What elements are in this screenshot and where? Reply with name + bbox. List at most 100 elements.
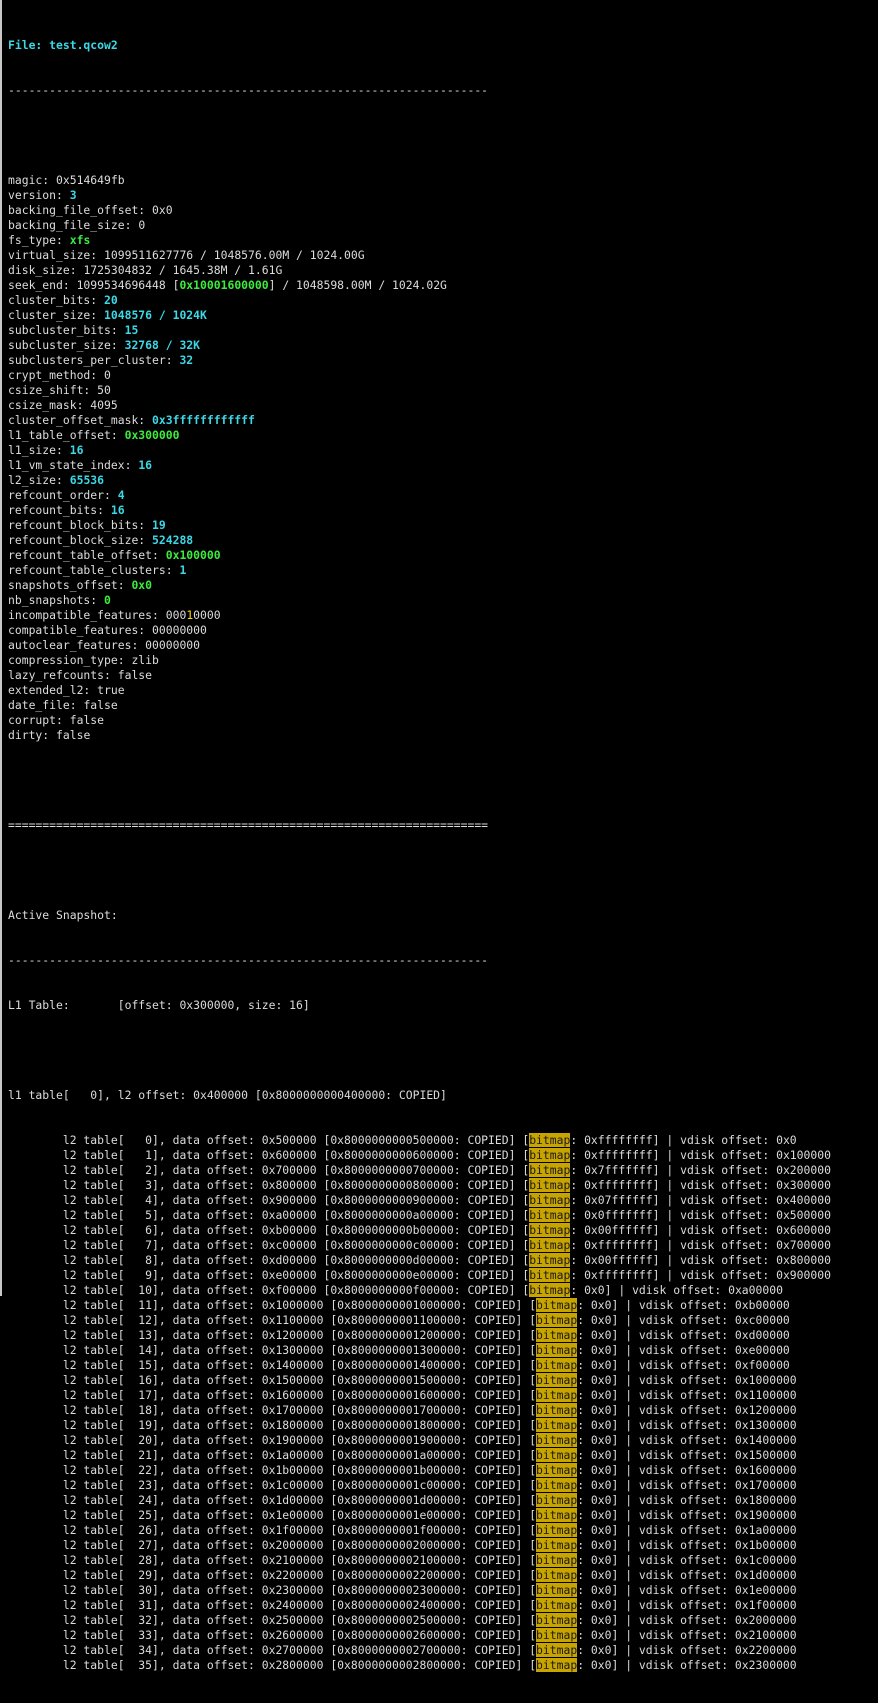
l2-table-row: l2 table[ 4], data offset: 0x900000 [0x8… (8, 1193, 876, 1208)
l2-row-text: l2 table[ 31], data offset: 0x2400000 [0… (8, 1598, 537, 1612)
field-value: 00000000 (145, 638, 201, 652)
field-value: 0 (138, 218, 146, 232)
l2-row-text: : 0x0] | vdisk offset: 0xd00000 (577, 1328, 790, 1342)
header-field-snapshots-offset: snapshots_offset: 0x0 (8, 578, 876, 593)
field-value: 0x300000 (124, 428, 180, 442)
l2-row-text: l2 table[ 35], data offset: 0x2800000 [0… (8, 1658, 537, 1672)
l2-table-row: l2 table[ 24], data offset: 0x1d00000 [0… (8, 1493, 876, 1508)
field-key: autoclear_features: (8, 638, 146, 652)
field-key: incompatible_features: (8, 608, 166, 622)
bitmap-label: bitmap (536, 1583, 578, 1597)
field-value: 00000000 (152, 623, 207, 637)
field-value: 65536 (69, 473, 105, 487)
terminal-window[interactable]: File: test.qcow2 -----------------------… (0, 0, 878, 1672)
l2-row-text: l2 table[ 16], data offset: 0x1500000 [0… (8, 1373, 537, 1387)
field-value: xfs (69, 233, 91, 247)
field-value: 16 (138, 458, 153, 472)
field-key: cluster_bits: (8, 293, 105, 307)
l2-row-text: l2 table[ 26], data offset: 0x1f00000 [0… (8, 1523, 537, 1537)
l2-row-text: l2 table[ 5], data offset: 0xa00000 [0x8… (8, 1208, 530, 1222)
field-value: 16 (110, 503, 125, 517)
field-value: ] / 1048598.00M / 1024.02G (268, 278, 447, 292)
bitmap-label: bitmap (536, 1463, 578, 1477)
field-key: refcount_order: (8, 488, 118, 502)
l2-table-row: l2 table[ 33], data offset: 0x2600000 [0… (8, 1628, 876, 1643)
field-value: 32 (179, 353, 194, 367)
header-field-seek-end: seek_end: 1099534696448 [0x10001600000] … (8, 278, 876, 293)
l2-table-row: l2 table[ 12], data offset: 0x1100000 [0… (8, 1313, 876, 1328)
l2-row-text: : 0xffffffff] | vdisk offset: 0x700000 (570, 1238, 831, 1252)
header-field-virtual-size: virtual_size: 1099511627776 / 1048576.00… (8, 248, 876, 263)
header-field-refcount-bits: refcount_bits: 16 (8, 503, 876, 518)
field-value: 0x0 (152, 203, 173, 217)
l2-table-row: l2 table[ 27], data offset: 0x2000000 [0… (8, 1538, 876, 1553)
file-name-line: File: test.qcow2 (8, 38, 118, 52)
l2-row-text: l2 table[ 23], data offset: 0x1c00000 [0… (8, 1478, 537, 1492)
l2-table-list: l2 table[ 0], data offset: 0x500000 [0x8… (8, 1133, 876, 1673)
l2-row-text: : 0x0] | vdisk offset: 0x1800000 (577, 1493, 797, 1507)
bitmap-label: bitmap (536, 1628, 578, 1642)
l2-row-text: l2 table[ 4], data offset: 0x900000 [0x8… (8, 1193, 530, 1207)
bitmap-label: bitmap (529, 1133, 571, 1147)
field-value: 1 (179, 563, 187, 577)
field-key: subcluster_size: (8, 338, 125, 352)
l2-table-row: l2 table[ 21], data offset: 0x1a00000 [0… (8, 1448, 876, 1463)
field-key: lazy_refcounts: (8, 668, 118, 682)
l2-row-text: : 0x0] | vdisk offset: 0x2200000 (577, 1643, 797, 1657)
bitmap-label: bitmap (536, 1568, 578, 1582)
bitmap-label: bitmap (536, 1508, 578, 1522)
l2-row-text: : 0x0] | vdisk offset: 0x1100000 (577, 1388, 797, 1402)
field-key: l2_size: (8, 473, 70, 487)
bitmap-label: bitmap (536, 1403, 578, 1417)
field-value: 000 (165, 608, 187, 622)
l2-row-text: l2 table[ 0], data offset: 0x500000 [0x8… (8, 1133, 530, 1147)
l2-table-row: l2 table[ 18], data offset: 0x1700000 [0… (8, 1403, 876, 1418)
l2-row-text: l2 table[ 11], data offset: 0x1000000 [0… (8, 1298, 537, 1312)
bitmap-label: bitmap (529, 1193, 571, 1207)
l2-table-row: l2 table[ 29], data offset: 0x2200000 [0… (8, 1568, 876, 1583)
l2-row-text: : 0x0] | vdisk offset: 0x1300000 (577, 1418, 797, 1432)
terminal-output: File: test.qcow2 -----------------------… (8, 8, 876, 1703)
header-field-disk-size: disk_size: 1725304832 / 1645.38M / 1.61G (8, 263, 876, 278)
field-key: l1_table_offset: (8, 428, 125, 442)
field-value: zlib (131, 653, 159, 667)
separator-line: ----------------------------------------… (8, 953, 489, 967)
l2-table-row: l2 table[ 31], data offset: 0x2400000 [0… (8, 1598, 876, 1613)
field-key: corrupt: (8, 713, 70, 727)
l2-table-row: l2 table[ 17], data offset: 0x1600000 [0… (8, 1388, 876, 1403)
l2-table-row: l2 table[ 0], data offset: 0x500000 [0x8… (8, 1133, 876, 1148)
l2-row-text: l2 table[ 32], data offset: 0x2500000 [0… (8, 1613, 537, 1627)
field-key: dirty: (8, 728, 57, 742)
l2-table-row: l2 table[ 6], data offset: 0xb00000 [0x8… (8, 1223, 876, 1238)
header-field-csize-shift: csize_shift: 50 (8, 383, 876, 398)
field-value: 1099511627776 / 1048576.00M / 1024.00G (104, 248, 365, 262)
field-value: 0 (104, 368, 111, 382)
header-field-version: version: 3 (8, 188, 876, 203)
field-key: backing_file_offset: (8, 203, 153, 217)
header-field-subcluster-bits: subcluster_bits: 15 (8, 323, 876, 338)
l2-table-row: l2 table[ 11], data offset: 0x1000000 [0… (8, 1298, 876, 1313)
header-field-refcount-table-clusters: refcount_table_clusters: 1 (8, 563, 876, 578)
field-key: refcount_block_bits: (8, 518, 153, 532)
header-field-fs-type: fs_type: xfs (8, 233, 876, 248)
bitmap-label: bitmap (536, 1538, 578, 1552)
field-key: extended_l2: (8, 683, 98, 697)
l2-row-text: l2 table[ 7], data offset: 0xc00000 [0x8… (8, 1238, 530, 1252)
l2-row-text: l2 table[ 9], data offset: 0xe00000 [0x8… (8, 1268, 530, 1282)
field-key: subcluster_bits: (8, 323, 125, 337)
l2-row-text: : 0x0] | vdisk offset: 0x2300000 (577, 1658, 797, 1672)
field-value: 0x100000 (165, 548, 221, 562)
bitmap-label: bitmap (536, 1328, 578, 1342)
field-value: 19 (152, 518, 166, 532)
l2-row-text: l2 table[ 10], data offset: 0xf00000 [0x… (8, 1283, 530, 1297)
bitmap-label: bitmap (529, 1238, 571, 1252)
l2-row-text: l2 table[ 25], data offset: 0x1e00000 [0… (8, 1508, 537, 1522)
bitmap-label: bitmap (536, 1433, 578, 1447)
l2-row-text: : 0x0] | vdisk offset: 0xa00000 (570, 1283, 783, 1297)
bitmap-label: bitmap (529, 1208, 571, 1222)
l2-table-row: l2 table[ 13], data offset: 0x1200000 [0… (8, 1328, 876, 1343)
field-key: refcount_table_clusters: (8, 563, 180, 577)
bitmap-label: bitmap (536, 1493, 578, 1507)
l2-row-text: : 0x0] | vdisk offset: 0x1400000 (577, 1433, 797, 1447)
l2-row-text: l2 table[ 27], data offset: 0x2000000 [0… (8, 1538, 537, 1552)
